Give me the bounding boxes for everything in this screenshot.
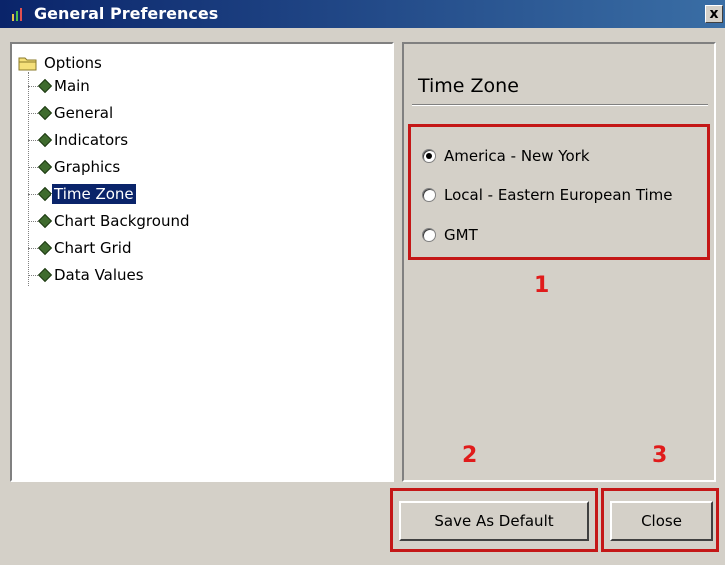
highlight-box-3: [601, 488, 719, 552]
highlight-box-1: [408, 124, 710, 260]
annotation-marker-2: 2: [462, 443, 478, 468]
tree-item-label: Indicators: [54, 131, 129, 149]
highlight-box-2: [390, 488, 598, 552]
green-diamond-icon: [37, 213, 53, 229]
tree-item-label: Chart Background: [54, 212, 190, 230]
tree-item-label: Chart Grid: [54, 239, 132, 257]
close-icon[interactable]: x: [705, 5, 723, 23]
tree-item-label: Graphics: [54, 158, 121, 176]
annotation-marker-1: 1: [534, 273, 550, 298]
annotation-marker-3: 3: [652, 443, 668, 468]
window-title: General Preferences: [34, 4, 219, 23]
section-divider: [412, 104, 708, 106]
green-diamond-icon: [37, 240, 53, 256]
settings-panel: Time Zone America - New York Local - Eas…: [402, 42, 716, 482]
green-diamond-icon: [37, 186, 53, 202]
green-diamond-icon: [37, 105, 53, 121]
green-diamond-icon: [37, 132, 53, 148]
options-tree[interactable]: Options Main General Indicators Graphics…: [10, 42, 394, 482]
tree-root-label: Options: [44, 54, 102, 72]
title-bar[interactable]: General Preferences x: [0, 0, 725, 28]
tree-item-label: Main: [54, 77, 90, 95]
folder-icon: [18, 57, 37, 71]
green-diamond-icon: [37, 159, 53, 175]
tree-item-label: Data Values: [54, 266, 144, 284]
chart-app-icon: [12, 8, 22, 21]
tree-connector: [28, 72, 29, 286]
green-diamond-icon: [37, 267, 53, 283]
section-title: Time Zone: [418, 75, 519, 97]
tree-item-label: General: [54, 104, 114, 122]
tree-item-label-selected: Time Zone: [51, 183, 137, 205]
green-diamond-icon: [37, 78, 53, 94]
